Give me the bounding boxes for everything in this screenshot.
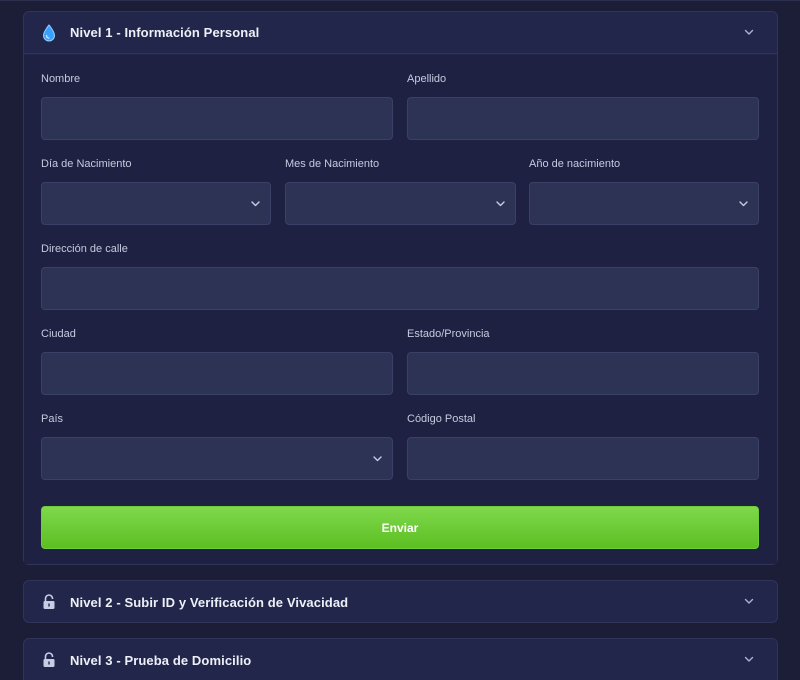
level-2-header[interactable]: Nivel 2 - Subir ID y Verificación de Viv…: [24, 581, 777, 623]
state-label: Estado/Provincia: [407, 328, 490, 340]
first-name-label: Nombre: [41, 73, 81, 85]
level-1-title: Nivel 1 - Información Personal: [70, 25, 260, 40]
first-name-field[interactable]: [41, 97, 393, 140]
birth-year-label: Año de nacimiento: [529, 158, 621, 170]
street-label: Dirección de calle: [41, 243, 128, 255]
chevron-down-icon: [495, 199, 505, 209]
birth-day-label: Día de Nacimiento: [41, 158, 132, 170]
street-field[interactable]: [41, 267, 759, 310]
chevron-down-icon: [372, 454, 382, 464]
last-name-label: Apellido: [407, 73, 447, 85]
street-input[interactable]: [42, 268, 758, 309]
chevron-down-icon: [250, 199, 260, 209]
submit-button[interactable]: Enviar: [41, 506, 759, 549]
postal-code-label: Código Postal: [407, 413, 476, 425]
postal-code-input[interactable]: [408, 438, 758, 479]
level-3-panel: Nivel 3 - Prueba de Domicilio: [23, 638, 778, 680]
chevron-down-icon[interactable]: [743, 26, 755, 38]
country-select[interactable]: [41, 437, 393, 480]
birth-year-select[interactable]: [529, 182, 759, 225]
chevron-down-icon: [738, 199, 748, 209]
city-field[interactable]: [41, 352, 393, 395]
unlock-icon: [40, 593, 58, 611]
city-input[interactable]: [42, 353, 392, 394]
level-1-header[interactable]: Nivel 1 - Información Personal: [24, 12, 777, 54]
last-name-field[interactable]: [407, 97, 759, 140]
city-label: Ciudad: [41, 328, 76, 340]
level-2-panel: Nivel 2 - Subir ID y Verificación de Viv…: [23, 580, 778, 623]
water-drop-icon: [40, 23, 58, 42]
level-2-title: Nivel 2 - Subir ID y Verificación de Viv…: [70, 594, 349, 610]
birth-month-select[interactable]: [285, 182, 516, 225]
unlock-icon: [40, 651, 58, 669]
level-3-header[interactable]: Nivel 3 - Prueba de Domicilio: [24, 639, 777, 680]
first-name-input[interactable]: [42, 98, 392, 139]
chevron-down-icon[interactable]: [743, 595, 755, 607]
chevron-down-icon[interactable]: [743, 653, 755, 665]
verification-page: Nivel 1 - Información Personal Nombre Ap…: [0, 0, 800, 680]
state-field[interactable]: [407, 352, 759, 395]
level-3-title: Nivel 3 - Prueba de Domicilio: [70, 652, 252, 668]
birth-day-select[interactable]: [41, 182, 271, 225]
country-label: País: [41, 413, 64, 425]
birth-month-label: Mes de Nacimiento: [285, 158, 380, 170]
state-input[interactable]: [408, 353, 758, 394]
postal-code-field[interactable]: [407, 437, 759, 480]
last-name-input[interactable]: [408, 98, 758, 139]
